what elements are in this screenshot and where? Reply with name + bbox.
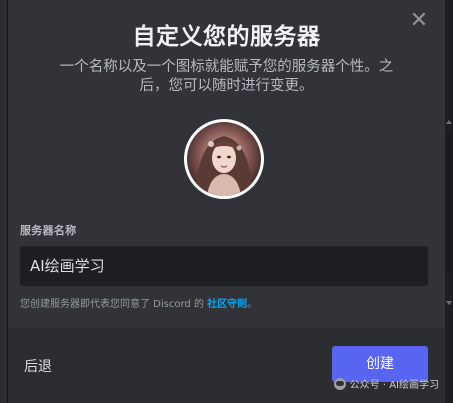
server-avatar-image: [187, 122, 261, 196]
dialog-footer: 后退 创建: [8, 328, 445, 403]
background-panel: [0, 0, 8, 403]
scrollbar[interactable]: [445, 118, 453, 308]
watermark-text: 公众号 · AI绘画学习: [349, 380, 439, 391]
terms-prefix: 您创建服务器即代表您同意了 Discord 的: [20, 299, 204, 310]
terms-text: 您创建服务器即代表您同意了 Discord 的 社区守则。: [20, 295, 257, 310]
scroll-up-arrow-icon[interactable]: [446, 120, 452, 124]
back-button[interactable]: 后退: [24, 356, 52, 376]
server-name-label: 服务器名称: [20, 224, 77, 237]
community-guidelines-link[interactable]: 社区守则: [207, 299, 247, 310]
scrollbar-thumb[interactable]: [446, 132, 452, 272]
dialog-subtitle: 一个名称以及一个图标就能赋予您的服务器个性。之 后，您可以随时进行变更。: [34, 58, 419, 96]
dialog-title: 自定义您的服务器: [132, 24, 321, 50]
server-icon-upload[interactable]: [184, 119, 264, 199]
watermark: 公众号 · AI绘画学习: [333, 376, 439, 391]
create-server-dialog: ✕ 自定义您的服务器 一个名称以及一个图标就能赋予您的服务器个性。之 后，您可以…: [8, 0, 452, 403]
wechat-icon: [333, 377, 346, 390]
terms-suffix: 。: [247, 299, 258, 310]
subtitle-line-2: 后，您可以随时进行变更。: [139, 78, 314, 94]
subtitle-line-1: 一个名称以及一个图标就能赋予您的服务器个性。之: [59, 59, 394, 75]
scroll-down-arrow-icon[interactable]: [446, 301, 452, 305]
server-name-input[interactable]: [20, 246, 428, 286]
